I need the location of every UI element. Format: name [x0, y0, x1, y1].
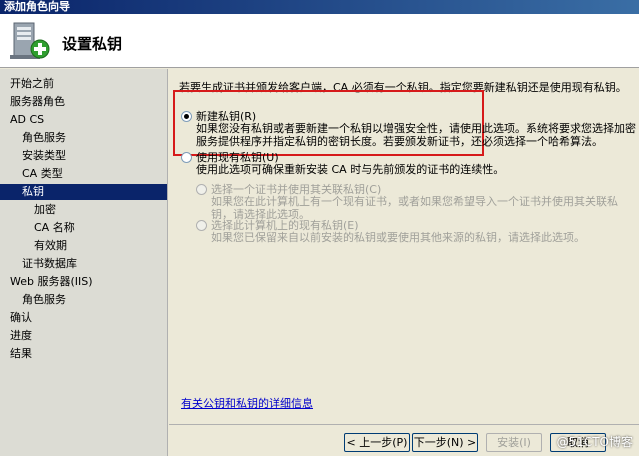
server-key-icon [10, 22, 50, 59]
nav-setup-type[interactable]: 安装类型 [22, 148, 66, 164]
watermark: @51CTO博客 [556, 435, 633, 449]
nav-results[interactable]: 结果 [10, 346, 32, 362]
nav-role-services[interactable]: 角色服务 [22, 130, 66, 146]
back-button[interactable]: < 上一步(P) [344, 433, 410, 452]
wizard-content: 若要生成证书并颁发给客户端，CA 必须有一个私钥。指定您要新建私钥还是使用现有私… [169, 69, 639, 424]
nav-validity-period[interactable]: 有效期 [34, 238, 67, 254]
nav-private-key[interactable]: 私钥 [0, 184, 167, 200]
nav-web-server[interactable]: Web 服务器(IIS) [10, 274, 93, 290]
machine-key-radio[interactable] [196, 219, 207, 231]
existing-key-radio[interactable] [181, 151, 192, 163]
window-title: 添加角色向导 [4, 0, 70, 13]
nav-confirmation[interactable]: 确认 [10, 310, 32, 326]
next-button[interactable]: 下一步(N) > [412, 433, 478, 452]
nav-certificate-database[interactable]: 证书数据库 [22, 256, 77, 272]
install-button[interactable]: 安装(I) [486, 433, 542, 452]
nav-ca-name[interactable]: CA 名称 [34, 220, 75, 236]
nav-iis-role-services[interactable]: 角色服务 [22, 292, 66, 308]
cert-key-radio[interactable] [196, 183, 207, 195]
nav-ad-cs[interactable]: AD CS [10, 112, 44, 128]
new-key-radio[interactable] [181, 110, 192, 122]
key-info-link[interactable]: 有关公钥和私钥的详细信息 [181, 395, 313, 411]
nav-ca-type[interactable]: CA 类型 [22, 166, 63, 182]
machine-key-description: 如果您已保留来自以前安装的私钥或要使用其他来源的私钥，请选择此选项。 [211, 231, 585, 244]
nav-progress[interactable]: 进度 [10, 328, 32, 344]
window-title-bar: 添加角色向导 [0, 0, 639, 14]
new-key-description: 如果您没有私钥或者要新建一个私钥以增强安全性，请使用此选项。系统将要求您选择加密… [196, 122, 636, 148]
page-title: 设置私钥 [62, 35, 123, 53]
wizard-step-list: 开始之前 服务器角色 AD CS 角色服务 安装类型 CA 类型 私钥 加密 C… [0, 69, 168, 456]
nav-cryptography[interactable]: 加密 [34, 202, 56, 218]
existing-key-description: 使用此选项可确保重新安装 CA 时与先前颁发的证书的连续性。 [196, 163, 505, 176]
nav-before-you-begin[interactable]: 开始之前 [10, 76, 54, 92]
nav-server-roles[interactable]: 服务器角色 [10, 94, 65, 110]
wizard-header: 设置私钥 [0, 14, 639, 68]
